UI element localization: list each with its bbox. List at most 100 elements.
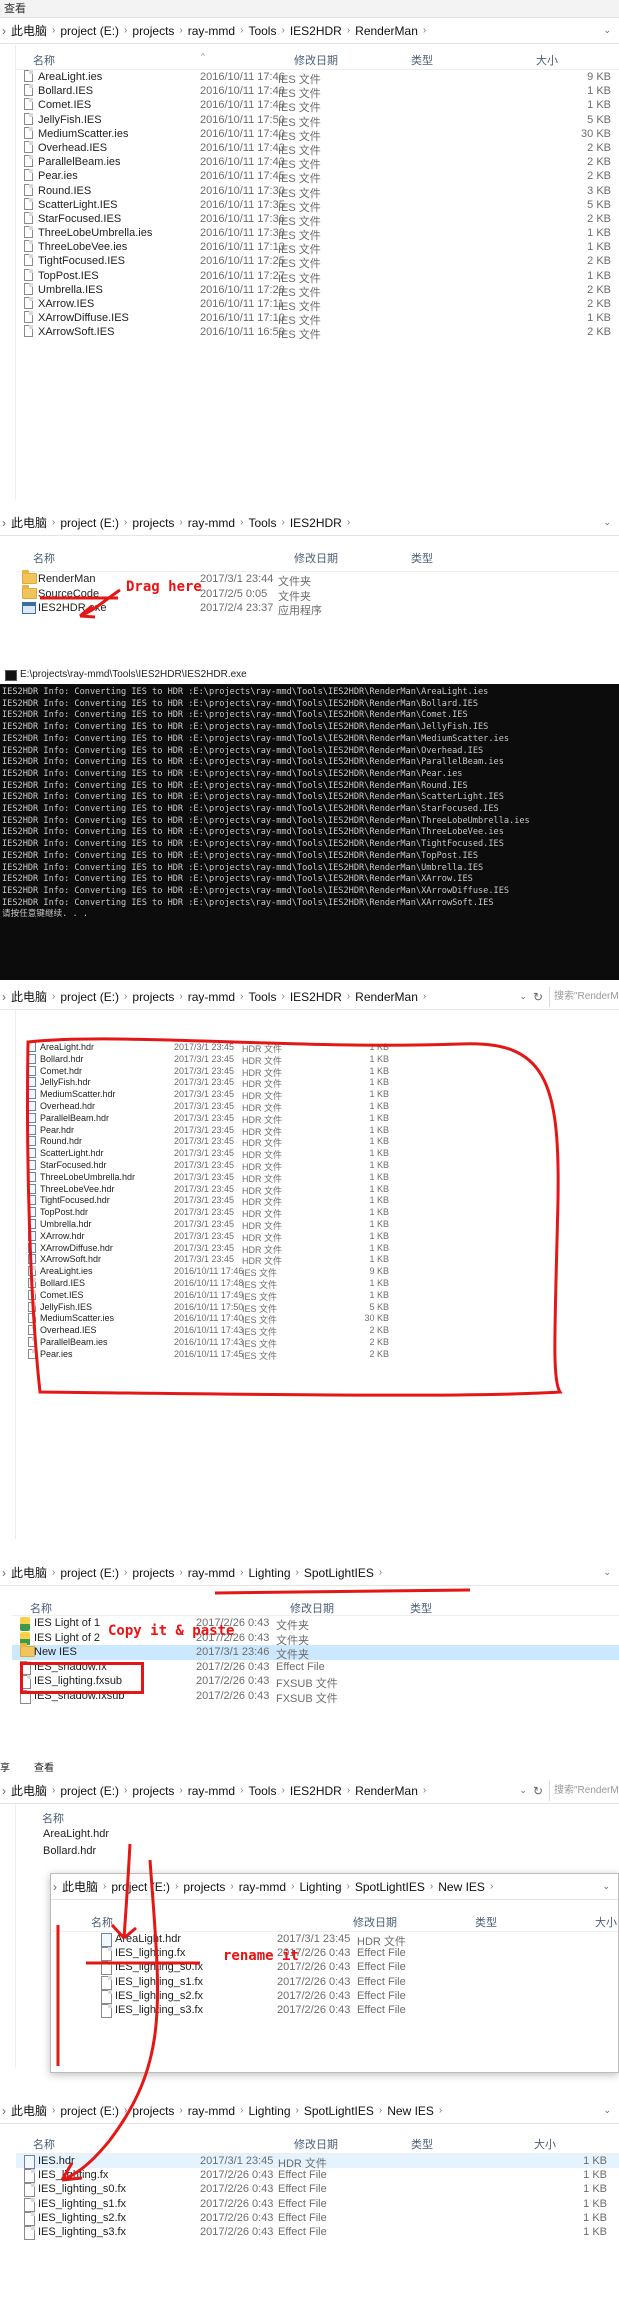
list-item[interactable]: JellyFish.IES 2016/10/11 17:50 IES 文件 5 KB	[16, 112, 619, 129]
list-item[interactable]: IES_lighting_s2.fx 2017/2/26 0:43 Effect F…	[16, 2211, 619, 2226]
breadcrumb[interactable]: › 此电脑 › project (E:) › projects › ray-mmd › Light…	[0, 1560, 619, 1586]
list-item[interactable]: XArrowDiffuse.hdr 2017/3/1 23:45 HDR 文件 1 K…	[16, 1242, 619, 1255]
breadcrumb-item[interactable]: IES2HDR	[285, 516, 347, 530]
list-item[interactable]: IES Light of 1 2017/2/26 0:43 文件夹	[12, 1616, 619, 1632]
breadcrumb-item[interactable]: New IES	[382, 2104, 439, 2118]
list-item[interactable]: XArrowSoft.hdr 2017/3/1 23:45 HDR 文件 1 KB	[16, 1254, 619, 1266]
breadcrumb-item[interactable]: SpotLightIES	[299, 1566, 379, 1580]
list-item[interactable]: ParallelBeam.ies 2016/10/11 17:43 IES 文件 2 …	[16, 1336, 619, 1349]
list-item[interactable]: AreaLight.ies 2016/10/11 17:46 IES 文件 9 KB	[16, 1266, 619, 1278]
column-type[interactable]: 类型	[475, 1914, 497, 1930]
list-item[interactable]: Overhead.IES 2016/10/11 17:43 IES 文件 2 KB	[16, 140, 619, 157]
list-item[interactable]: Round.hdr 2017/3/1 23:45 HDR 文件 1 KB	[16, 1136, 619, 1148]
breadcrumb-item[interactable]: IES2HDR	[285, 990, 347, 1004]
breadcrumb-item[interactable]: RenderMan	[350, 990, 423, 1004]
breadcrumb-item[interactable]: Lighting	[243, 1566, 295, 1580]
nav-label-view[interactable]: 查看	[34, 1759, 54, 1774]
list-item[interactable]: IES_lighting_s3.fx 2017/2/26 0:43 Effect F…	[16, 2225, 619, 2240]
list-item[interactable]: IES_lighting_s3.fx 2017/2/26 0:43 Effect F…	[91, 2003, 618, 2018]
list-item[interactable]: TightFocused.IES 2016/10/11 17:25 IES 文件 2 …	[16, 254, 619, 270]
chevron-down-icon[interactable]: ⌄	[519, 991, 527, 1002]
column-name[interactable]: 名称	[33, 550, 55, 566]
list-item[interactable]: Pear.ies 2016/10/11 17:45 IES 文件 2 KB	[16, 1348, 619, 1361]
column-name[interactable]: 名称	[42, 1810, 64, 1826]
breadcrumb-item[interactable]: 此电脑	[6, 988, 52, 1005]
chevron-down-icon[interactable]: ⌄	[602, 1881, 610, 1892]
column-type[interactable]: 类型	[410, 1600, 432, 1616]
column-date[interactable]: 修改日期	[294, 550, 338, 566]
column-type[interactable]: 类型	[411, 550, 433, 566]
breadcrumb-item[interactable]: Tools	[243, 990, 281, 1004]
list-item[interactable]: ScatterLight.hdr 2017/3/1 23:45 HDR 文件 1 KB	[16, 1148, 619, 1160]
list-item[interactable]: Pear.hdr 2017/3/1 23:45 HDR 文件 1 KB	[16, 1124, 619, 1137]
breadcrumb-item[interactable]: projects	[127, 1566, 179, 1580]
list-item[interactable]: AreaLight.hdr 2017/3/1 23:45 HDR 文件 1 KB	[16, 1042, 619, 1054]
chevron-down-icon[interactable]: ⌄	[603, 517, 611, 528]
breadcrumb-item[interactable]: projects	[127, 516, 179, 530]
list-item[interactable]: IES_lighting.fx 2017/2/26 0:43 Effect File	[91, 1946, 618, 1962]
list-item[interactable]: Umbrella.hdr 2017/3/1 23:45 HDR 文件 1 KB	[16, 1218, 619, 1231]
chevron-right-icon[interactable]: ›	[490, 1881, 493, 1892]
breadcrumb-item[interactable]: project (E:)	[55, 1784, 124, 1798]
breadcrumb-item[interactable]: 此电脑	[6, 1782, 52, 1799]
chevron-right-icon[interactable]: ›	[423, 991, 426, 1002]
list-item[interactable]: AreaLight.hdr 2017/3/1 23:45 HDR 文件	[91, 1932, 618, 1948]
breadcrumb-item[interactable]: RenderMan	[350, 24, 423, 38]
breadcrumb-item[interactable]: IES2HDR	[285, 24, 347, 38]
list-item[interactable]: Bollard.IES 2016/10/11 17:48 IES 文件 1 KB	[16, 84, 619, 100]
list-item[interactable]: ThreeLobeVee.ies 2016/10/11 17:13 IES 文件 1 …	[16, 240, 619, 256]
list-item[interactable]: Bollard.IES 2016/10/11 17:48 IES 文件 1 KB	[16, 1277, 619, 1290]
list-item[interactable]: ThreeLobeVee.hdr 2017/3/1 23:45 HDR 文件 1 KB	[16, 1183, 619, 1196]
chevron-right-icon[interactable]: ›	[423, 1785, 426, 1796]
breadcrumb-item[interactable]: project (E:)	[55, 2104, 124, 2118]
breadcrumb-item[interactable]: SpotLightIES	[350, 1880, 430, 1894]
list-item[interactable]: IES_lighting_s0.fx 2017/2/26 0:43 Effect F…	[91, 1960, 618, 1976]
list-item[interactable]: XArrowDiffuse.IES 2016/10/11 17:10 IES 文件 1…	[16, 311, 619, 327]
list-item[interactable]: IES_lighting_s2.fx 2017/2/26 0:43 Effect F…	[91, 1989, 618, 2004]
column-name[interactable]: 名称	[30, 1600, 52, 1616]
breadcrumb-item[interactable]: project (E:)	[106, 1880, 175, 1894]
list-item[interactable]: TightFocused.hdr 2017/3/1 23:45 HDR 文件 1 KB	[16, 1195, 619, 1207]
chevron-right-icon[interactable]: ›	[347, 517, 350, 528]
list-item[interactable]: IES2HDR.exe 2017/2/4 23:37 应用程序	[16, 601, 619, 617]
breadcrumb-item[interactable]: projects	[178, 1880, 230, 1894]
breadcrumb-item[interactable]: 此电脑	[6, 22, 52, 39]
list-item[interactable]: Overhead.IES 2016/10/11 17:43 IES 文件 2 KB	[16, 1325, 619, 1337]
list-item[interactable]: StarFocused.IES 2016/10/11 17:36 IES 文件 2 K…	[16, 211, 619, 228]
breadcrumb-item[interactable]: projects	[127, 1784, 179, 1798]
list-item[interactable]: Umbrella.IES 2016/10/11 17:28 IES 文件 2 KB	[16, 282, 619, 299]
list-item[interactable]: ParallelBeam.hdr 2017/3/1 23:45 HDR 文件 1 KB	[16, 1112, 619, 1125]
breadcrumb-item[interactable]: projects	[127, 2104, 179, 2118]
chevron-down-icon[interactable]: ⌄	[603, 25, 611, 36]
breadcrumb-item[interactable]: ray-mmd	[183, 24, 240, 38]
breadcrumb-item[interactable]: Tools	[243, 1784, 281, 1798]
breadcrumb-item[interactable]: projects	[127, 24, 179, 38]
list-item[interactable]: MediumScatter.ies 2016/10/11 17:40 IES 文件 3…	[16, 126, 619, 143]
list-item[interactable]: AreaLight.ies 2016/10/11 17:46 IES 文件 9 KB	[16, 70, 619, 86]
list-item[interactable]: IES Light of 2 2017/2/26 0:43 文件夹	[12, 1631, 619, 1647]
list-item[interactable]: Round.IES 2016/10/11 17:30 IES 文件 3 KB	[16, 183, 619, 200]
list-item[interactable]: JellyFish.IES 2016/10/11 17:50 IES 文件 5 KB	[16, 1301, 619, 1314]
list-item[interactable]: ScatterLight.IES 2016/10/11 17:35 IES 文件 5 …	[16, 197, 619, 214]
chevron-right-icon[interactable]: ›	[439, 2105, 442, 2116]
breadcrumb-item[interactable]: 此电脑	[6, 514, 52, 531]
column-date[interactable]: 修改日期	[294, 2136, 338, 2152]
breadcrumb-item[interactable]: Lighting	[243, 2104, 295, 2118]
list-item[interactable]: ThreeLobeUmbrella.ies 2016/10/11 17:38 IES…	[16, 226, 619, 242]
list-item[interactable]: IES_lighting_s1.fx 2017/2/26 0:43 Effect F…	[16, 2197, 619, 2212]
breadcrumb-item[interactable]: ray-mmd	[183, 2104, 240, 2118]
list-item[interactable]: JellyFish.hdr 2017/3/1 23:45 HDR 文件 1 KB	[16, 1077, 619, 1089]
list-item[interactable]: Comet.hdr 2017/3/1 23:45 HDR 文件 1 KB	[16, 1065, 619, 1078]
list-item[interactable]: AreaLight.hdr	[28, 1826, 619, 1844]
list-item[interactable]: SourceCode 2017/2/5 0:05 文件夹	[16, 584, 619, 603]
refresh-icon[interactable]: ↻	[533, 990, 543, 1004]
breadcrumb[interactable]: › 此电脑 › project (E:) › projects › ray-mmd › Light…	[51, 1874, 618, 1900]
list-item[interactable]: ParallelBeam.ies 2016/10/11 17:43 IES 文件 2 …	[16, 155, 619, 171]
breadcrumb[interactable]: › 此电脑 › project (E:) › projects › ray-mmd › Light…	[0, 2098, 619, 2124]
list-item[interactable]: IES_lighting_s1.fx 2017/2/26 0:43 Effect F…	[91, 1975, 618, 1990]
list-item[interactable]: Pear.ies 2016/10/11 17:45 IES 文件 2 KB	[16, 169, 619, 185]
breadcrumb-item[interactable]: Tools	[243, 516, 281, 530]
breadcrumb[interactable]: › 此电脑 › project (E:) › projects › ray-mmd › Tools…	[0, 984, 619, 1010]
column-date[interactable]: 修改日期	[294, 52, 338, 68]
list-item[interactable]: IES.hdr 2017/3/1 23:45 HDR 文件 1 KB	[16, 2154, 619, 2170]
